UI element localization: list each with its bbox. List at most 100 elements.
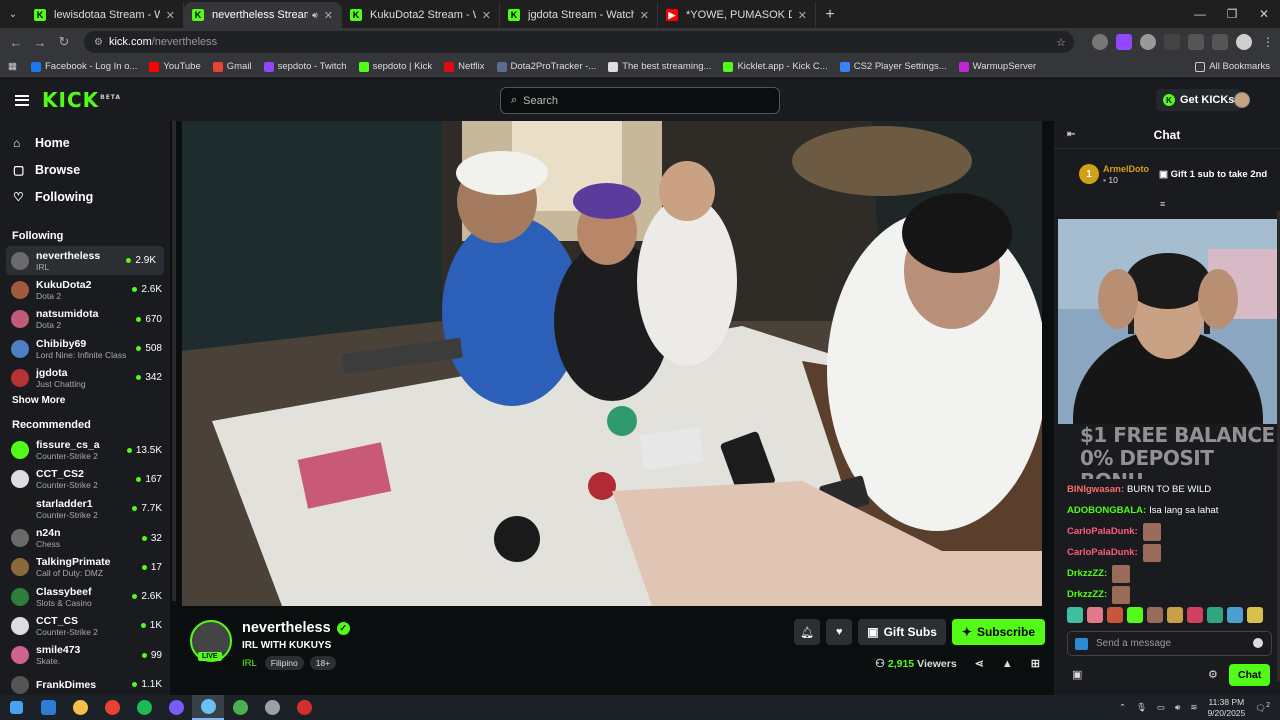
sidebar-scrollbar[interactable]: [172, 121, 176, 601]
channel-item[interactable]: KukuDota2 Dota 2 2.6K: [0, 275, 170, 304]
browser-tab[interactable]: Kjgdota Stream - Watch Live on K ✕: [500, 2, 658, 28]
emote-icon[interactable]: [1167, 607, 1183, 623]
bookmark-item[interactable]: sepdoto | Kick: [358, 61, 432, 72]
tray-chevron-icon[interactable]: ⌃: [1119, 702, 1126, 713]
chat-message-input[interactable]: Send a message: [1067, 631, 1272, 656]
channel-item[interactable]: fissure_cs_a Counter-Strike 2 13.5K: [0, 435, 170, 464]
stream-category[interactable]: IRL: [242, 658, 257, 669]
share-icon[interactable]: ⋖: [975, 657, 984, 670]
emote-icon[interactable]: [1247, 607, 1263, 623]
media-icon[interactable]: [1212, 34, 1228, 50]
browser-tab[interactable]: Knevertheless Stream - Watc 🔊︎ ✕: [184, 2, 342, 28]
gift-leaderboard[interactable]: 1 ArmelDoto ▪ 10 ▣ Gift 1 sub to take 2n…: [1054, 149, 1280, 199]
taskbar-app-icon[interactable]: [64, 695, 96, 720]
tab-audio-icon[interactable]: 🔊︎: [312, 10, 318, 21]
microphone-icon[interactable]: 🎙︎: [1136, 702, 1147, 713]
nav-home[interactable]: ⌂ Home: [0, 129, 170, 156]
notification-icon[interactable]: 🗨︎2: [1255, 701, 1270, 714]
channel-item[interactable]: Classybeef Slots & Casino 2.6K: [0, 582, 170, 611]
taskbar-app-icon[interactable]: [128, 695, 160, 720]
channel-item[interactable]: jgdota Just Chatting 342: [0, 363, 170, 392]
channel-item[interactable]: FrankDimes 1.1K: [0, 670, 170, 695]
tab-close-icon[interactable]: ✕: [640, 9, 649, 22]
emote-icon[interactable]: [1227, 607, 1243, 623]
extension-icon[interactable]: [1092, 34, 1108, 50]
nav-browse[interactable]: ▢ Browse: [0, 156, 170, 183]
search-input[interactable]: ⌕ Search: [500, 87, 780, 114]
user-avatar[interactable]: [1234, 92, 1250, 108]
clock[interactable]: 11:38 PM 9/20/2025: [1207, 697, 1245, 719]
more-menu-icon[interactable]: ⋮: [1260, 34, 1276, 50]
show-more-link[interactable]: Show More: [0, 395, 170, 411]
emote-icon[interactable]: [1067, 607, 1083, 623]
emote-icon[interactable]: [1207, 607, 1223, 623]
channel-item[interactable]: nevertheless IRL 2.9K: [6, 246, 164, 276]
taskbar-app-icon[interactable]: [192, 695, 224, 720]
channel-item[interactable]: smile473 Skate. 99: [0, 641, 170, 670]
chat-identity-icon[interactable]: [1075, 638, 1088, 650]
taskbar-app-icon[interactable]: [256, 695, 288, 720]
bookmark-item[interactable]: sepdoto - Twitch: [263, 61, 347, 72]
kick-logo[interactable]: KICKBETA: [42, 88, 121, 112]
taskbar-app-icon[interactable]: [96, 695, 128, 720]
bookmark-item[interactable]: WarmupServer: [958, 61, 1036, 72]
follow-heart-button[interactable]: ♥: [826, 619, 853, 645]
channel-item[interactable]: starladder1 Counter-Strike 2 7.7K: [0, 494, 170, 523]
site-info-icon[interactable]: ⚙: [94, 37, 103, 48]
gift-box-icon[interactable]: ▣: [1072, 668, 1082, 681]
chat-username[interactable]: BINIgwasan:: [1067, 484, 1124, 495]
bookmark-item[interactable]: CS2 Player Settings...: [839, 61, 947, 72]
tag-age[interactable]: 18+: [309, 656, 337, 670]
nav-following[interactable]: ♡ Following: [0, 183, 170, 210]
bookmark-item[interactable]: YouTube: [149, 61, 201, 72]
taskbar-app-icon[interactable]: [288, 695, 320, 720]
puzzle-icon[interactable]: [1188, 34, 1204, 50]
tag-language[interactable]: Filipino: [264, 656, 304, 670]
emote-icon[interactable]: [1187, 607, 1203, 623]
chat-filter-icon[interactable]: ≡: [1160, 199, 1165, 209]
tab-close-icon[interactable]: ✕: [324, 9, 333, 22]
taskbar-app-icon[interactable]: [160, 695, 192, 720]
minimize-icon[interactable]: —: [1184, 0, 1216, 28]
volume-icon[interactable]: 🔊︎: [1175, 702, 1180, 713]
tab-close-icon[interactable]: ✕: [166, 9, 175, 22]
channel-item[interactable]: CCT_CS2 Counter-Strike 2 167: [0, 465, 170, 494]
bookmark-item[interactable]: Kicklet.app - Kick C...: [723, 61, 828, 72]
report-icon[interactable]: ▲: [1002, 658, 1013, 670]
new-tab-button[interactable]: +: [816, 2, 844, 28]
menu-icon[interactable]: [15, 94, 29, 106]
channel-item[interactable]: natsumidota Dota 2 670: [0, 305, 170, 334]
emote-icon[interactable]: [1087, 607, 1103, 623]
chat-username[interactable]: ADOBONGBALA:: [1067, 505, 1146, 516]
collapse-chat-icon[interactable]: ⇤: [1067, 129, 1075, 140]
emoji-icon[interactable]: [1253, 638, 1263, 648]
back-icon[interactable]: ←: [4, 35, 28, 50]
tab-close-icon[interactable]: ✕: [798, 9, 807, 22]
wifi-icon[interactable]: ≋: [1190, 702, 1197, 713]
channel-item[interactable]: Chibiby69 Lord Nine: Infinite Class 508: [0, 334, 170, 363]
bookmark-item[interactable]: Facebook - Log In o...: [30, 61, 137, 72]
forward-icon[interactable]: →: [28, 35, 52, 50]
emote-icon[interactable]: [1147, 607, 1163, 623]
bookmark-item[interactable]: Dota2ProTracker -...: [496, 61, 596, 72]
browser-tab[interactable]: ▶ *YOWE, PUMASOK DISCORD AT ✕: [658, 2, 816, 28]
browser-tab[interactable]: K KukuDota2 Stream - Watch Live ✕: [342, 2, 500, 28]
bookmark-star-icon[interactable]: ☆: [1056, 36, 1066, 49]
close-window-icon[interactable]: ✕: [1248, 0, 1280, 28]
twitch-extension-icon[interactable]: [1116, 34, 1132, 50]
emote-icon[interactable]: [1107, 607, 1123, 623]
tab-search-icon[interactable]: ⌄: [0, 0, 26, 28]
reload-icon[interactable]: ↻: [52, 34, 76, 50]
network-icon[interactable]: ▭: [1157, 702, 1165, 713]
get-kicks-button[interactable]: K Get KICKs: [1156, 89, 1242, 111]
bookmark-item[interactable]: Gmail: [212, 61, 252, 72]
chat-settings-icon[interactable]: ⚙: [1208, 668, 1218, 681]
chat-send-button[interactable]: Chat: [1229, 664, 1271, 686]
chat-username[interactable]: CarloPalaDunk:: [1067, 547, 1138, 558]
url-field[interactable]: ⚙ kick.com/nevertheless ☆: [84, 31, 1074, 53]
chat-username[interactable]: DrkzzZZ:: [1067, 589, 1107, 600]
channel-item[interactable]: n24n Chess 32: [0, 523, 170, 552]
subscribe-button[interactable]: ✦ Subscribe: [951, 619, 1045, 645]
video-player[interactable]: [182, 121, 1042, 606]
chat-username[interactable]: DrkzzZZ:: [1067, 568, 1107, 579]
